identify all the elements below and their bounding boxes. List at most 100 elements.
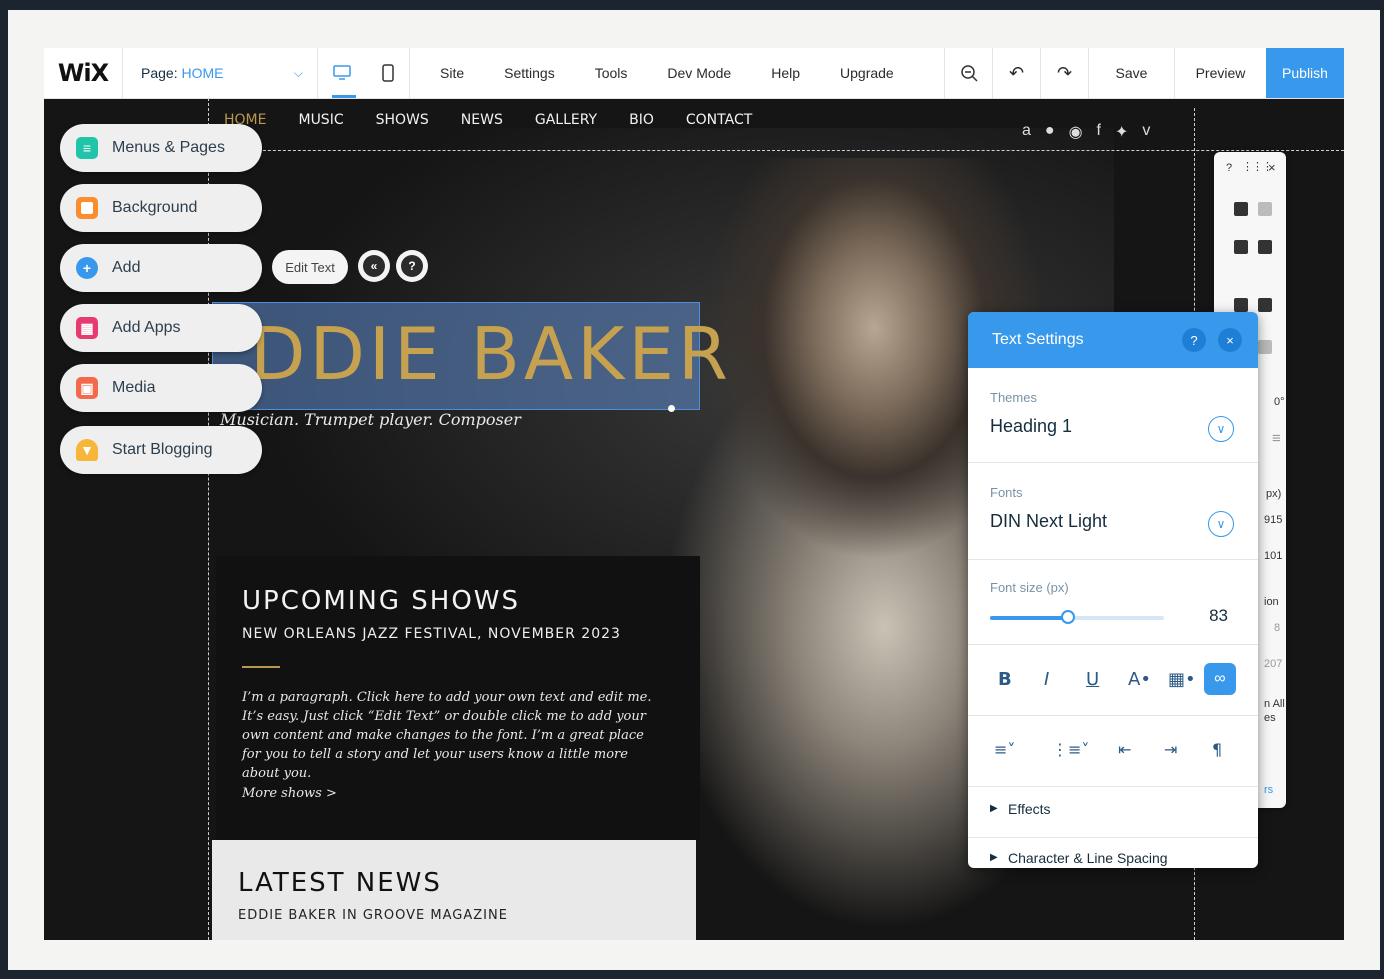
start-blogging-button[interactable]: ▼ Start Blogging: [60, 426, 262, 474]
font-size-value[interactable]: 83: [1209, 606, 1228, 626]
desktop-icon[interactable]: [333, 65, 351, 81]
font-size-slider[interactable]: [990, 610, 1164, 624]
site-title[interactable]: DDIE BAKER: [250, 312, 732, 396]
font-size-section: Font size (px) 83: [968, 560, 1258, 645]
menu-settings[interactable]: Settings: [484, 65, 575, 81]
shows-heading[interactable]: UPCOMING SHOWS: [242, 586, 520, 616]
chevron-down-icon[interactable]: ∨: [1208, 416, 1234, 442]
toolbar-help-icon[interactable]: ?: [1226, 162, 1232, 174]
chevron-down-icon: ⌵: [293, 65, 303, 80]
add-button[interactable]: + Add: [60, 244, 262, 292]
plus-icon: +: [76, 257, 98, 279]
delete-icon[interactable]: [1258, 240, 1272, 254]
nav-gallery[interactable]: GALLERY: [535, 112, 597, 128]
apple-icon[interactable]: ●: [1045, 122, 1055, 142]
menu-upgrade[interactable]: Upgrade: [820, 65, 914, 81]
themes-dropdown[interactable]: Heading 1: [990, 416, 1072, 437]
apps-icon: ▦: [76, 317, 98, 339]
rotation-value[interactable]: 0°: [1274, 396, 1285, 408]
undo-button[interactable]: ↶: [992, 48, 1040, 98]
shows-paragraph[interactable]: I’m a paragraph. Click here to add your …: [242, 688, 652, 783]
bold-icon[interactable]: B: [998, 669, 1012, 690]
menus-pages-button[interactable]: ≡ Menus & Pages: [60, 124, 262, 172]
nav-news[interactable]: NEWS: [461, 112, 503, 128]
text-settings-panel: Text Settings ? × Themes Heading 1 ∨ Fon…: [968, 312, 1258, 868]
expand-arrow-icon: ▶: [990, 803, 998, 814]
latest-news-strip[interactable]: LATEST NEWS EDDIE BAKER IN GROOVE MAGAZI…: [212, 840, 696, 940]
stretch-icon[interactable]: ≡: [1272, 430, 1281, 447]
page-label: Page:: [141, 65, 178, 81]
redo-button[interactable]: ↷: [1040, 48, 1088, 98]
font-size-label: Font size (px): [990, 580, 1069, 595]
save-button[interactable]: Save: [1088, 48, 1174, 98]
panel-close-button[interactable]: ×: [1218, 328, 1242, 352]
fonts-dropdown[interactable]: DIN Next Light: [990, 511, 1107, 532]
themes-label: Themes: [990, 390, 1037, 405]
nav-contact[interactable]: CONTACT: [686, 112, 752, 128]
alignment-section: ≡˅ ⋮≡˅ ⇤ ⇥ ¶: [968, 716, 1258, 787]
redo-icon: ↷: [1056, 62, 1073, 83]
preview-button[interactable]: Preview: [1174, 48, 1266, 98]
distribute-icon[interactable]: [1258, 340, 1272, 354]
chevron-down-icon[interactable]: ∨: [1208, 511, 1234, 537]
social-bar: a ● ◉ f ✦ v: [1022, 122, 1150, 142]
menu-site[interactable]: Site: [420, 65, 484, 81]
twitter-icon[interactable]: ✦: [1115, 122, 1128, 142]
edit-text-button[interactable]: Edit Text: [272, 250, 348, 284]
effects-row[interactable]: ▶ Effects: [968, 787, 1258, 838]
menu-help[interactable]: Help: [751, 65, 820, 81]
amazon-icon[interactable]: a: [1022, 122, 1031, 142]
toolbar-close-icon[interactable]: ×: [1268, 160, 1276, 175]
facebook-icon[interactable]: f: [1097, 122, 1101, 142]
paste-icon[interactable]: [1258, 202, 1272, 216]
upcoming-shows-strip[interactable]: UPCOMING SHOWS NEW ORLEANS JAZZ FESTIVAL…: [216, 556, 700, 840]
site-subtitle[interactable]: Musician. Trumpet player. Composer: [220, 410, 521, 429]
publish-button[interactable]: Publish: [1266, 48, 1344, 98]
indent-decrease-icon[interactable]: ⇤: [1118, 740, 1131, 759]
media-button[interactable]: ▣ Media: [60, 364, 262, 412]
align-left-icon[interactable]: ≡˅: [994, 740, 1015, 759]
selection-handle[interactable]: [668, 405, 675, 412]
link-icon[interactable]: ∞: [1204, 663, 1236, 695]
peek-label-4: 8: [1274, 622, 1281, 634]
spotify-icon[interactable]: ◉: [1069, 122, 1083, 142]
news-headline[interactable]: EDDIE BAKER IN GROOVE MAGAZINE: [238, 908, 508, 923]
menu-dev-mode[interactable]: Dev Mode: [647, 65, 751, 81]
text-direction-icon[interactable]: ¶: [1212, 740, 1222, 759]
text-color-icon[interactable]: A•: [1128, 669, 1151, 690]
animation-button[interactable]: «: [358, 250, 390, 282]
menu-tools[interactable]: Tools: [575, 65, 648, 81]
mobile-icon[interactable]: [382, 64, 394, 82]
arrange-icon[interactable]: [1234, 298, 1248, 312]
add-apps-button[interactable]: ▦ Add Apps: [60, 304, 262, 352]
help-button[interactable]: ?: [396, 250, 428, 282]
copy-icon[interactable]: [1234, 202, 1248, 216]
site-navigation: HOME MUSIC SHOWS NEWS GALLERY BIO CONTAC…: [224, 112, 784, 128]
duplicate-icon[interactable]: [1234, 240, 1248, 254]
bullet-list-icon[interactable]: ⋮≡˅: [1052, 740, 1089, 759]
highlight-color-icon[interactable]: ▦•: [1168, 669, 1196, 690]
panel-help-button[interactable]: ?: [1182, 328, 1206, 352]
indent-increase-icon[interactable]: ⇥: [1164, 740, 1177, 759]
text-settings-title: Text Settings: [992, 331, 1084, 348]
news-heading[interactable]: LATEST NEWS: [238, 868, 442, 898]
nav-bio[interactable]: BIO: [629, 112, 654, 128]
media-label: Media: [112, 379, 156, 396]
more-shows-link[interactable]: More shows >: [242, 786, 337, 801]
vimeo-icon[interactable]: v: [1142, 122, 1150, 142]
underline-icon[interactable]: U: [1086, 669, 1099, 690]
question-icon: ?: [401, 255, 423, 277]
spacing-row[interactable]: ▶ Character & Line Spacing: [968, 838, 1258, 868]
nav-music[interactable]: MUSIC: [298, 112, 343, 128]
background-button[interactable]: Background: [60, 184, 262, 232]
nav-shows[interactable]: SHOWS: [376, 112, 429, 128]
page-selector[interactable]: Page: HOME ⌵: [122, 48, 318, 98]
shows-event[interactable]: NEW ORLEANS JAZZ FESTIVAL, NOVEMBER 2023: [242, 626, 621, 642]
header-guide: [208, 150, 1344, 151]
italic-icon[interactable]: I: [1044, 669, 1049, 690]
slider-knob[interactable]: [1061, 610, 1076, 624]
background-label: Background: [112, 199, 198, 216]
text-settings-header[interactable]: Text Settings ? ×: [968, 312, 1258, 368]
zoom-button[interactable]: [944, 48, 992, 98]
align-icon[interactable]: [1258, 298, 1272, 312]
